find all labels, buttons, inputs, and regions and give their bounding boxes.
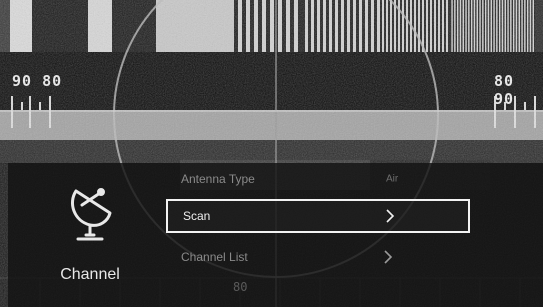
channel-category-label: Channel (60, 266, 120, 283)
channel-list-label: Channel List (181, 250, 248, 264)
chevron-right-icon (386, 209, 395, 223)
bottom-scale-mark: 80 (233, 280, 248, 294)
scan-label: Scan (183, 209, 211, 223)
scale-label-right: 80 90 (494, 72, 515, 108)
menu-item-scan[interactable]: Scan (166, 199, 470, 233)
menu-item-channel-list[interactable]: Channel List (166, 241, 470, 273)
chevron-right-icon (384, 250, 393, 264)
frequency-bars (234, 0, 536, 52)
antenna-type-label: Antenna Type (181, 172, 255, 186)
satellite-dish-icon (71, 188, 112, 241)
antenna-type-value: Air (386, 173, 399, 185)
menu-item-antenna-type[interactable]: Antenna Type Air (166, 164, 470, 194)
tv-screen: 90 80 80 90 80 Channel Antenna Type Air … (0, 0, 543, 307)
scale-label-left: 90 80 (12, 72, 63, 90)
